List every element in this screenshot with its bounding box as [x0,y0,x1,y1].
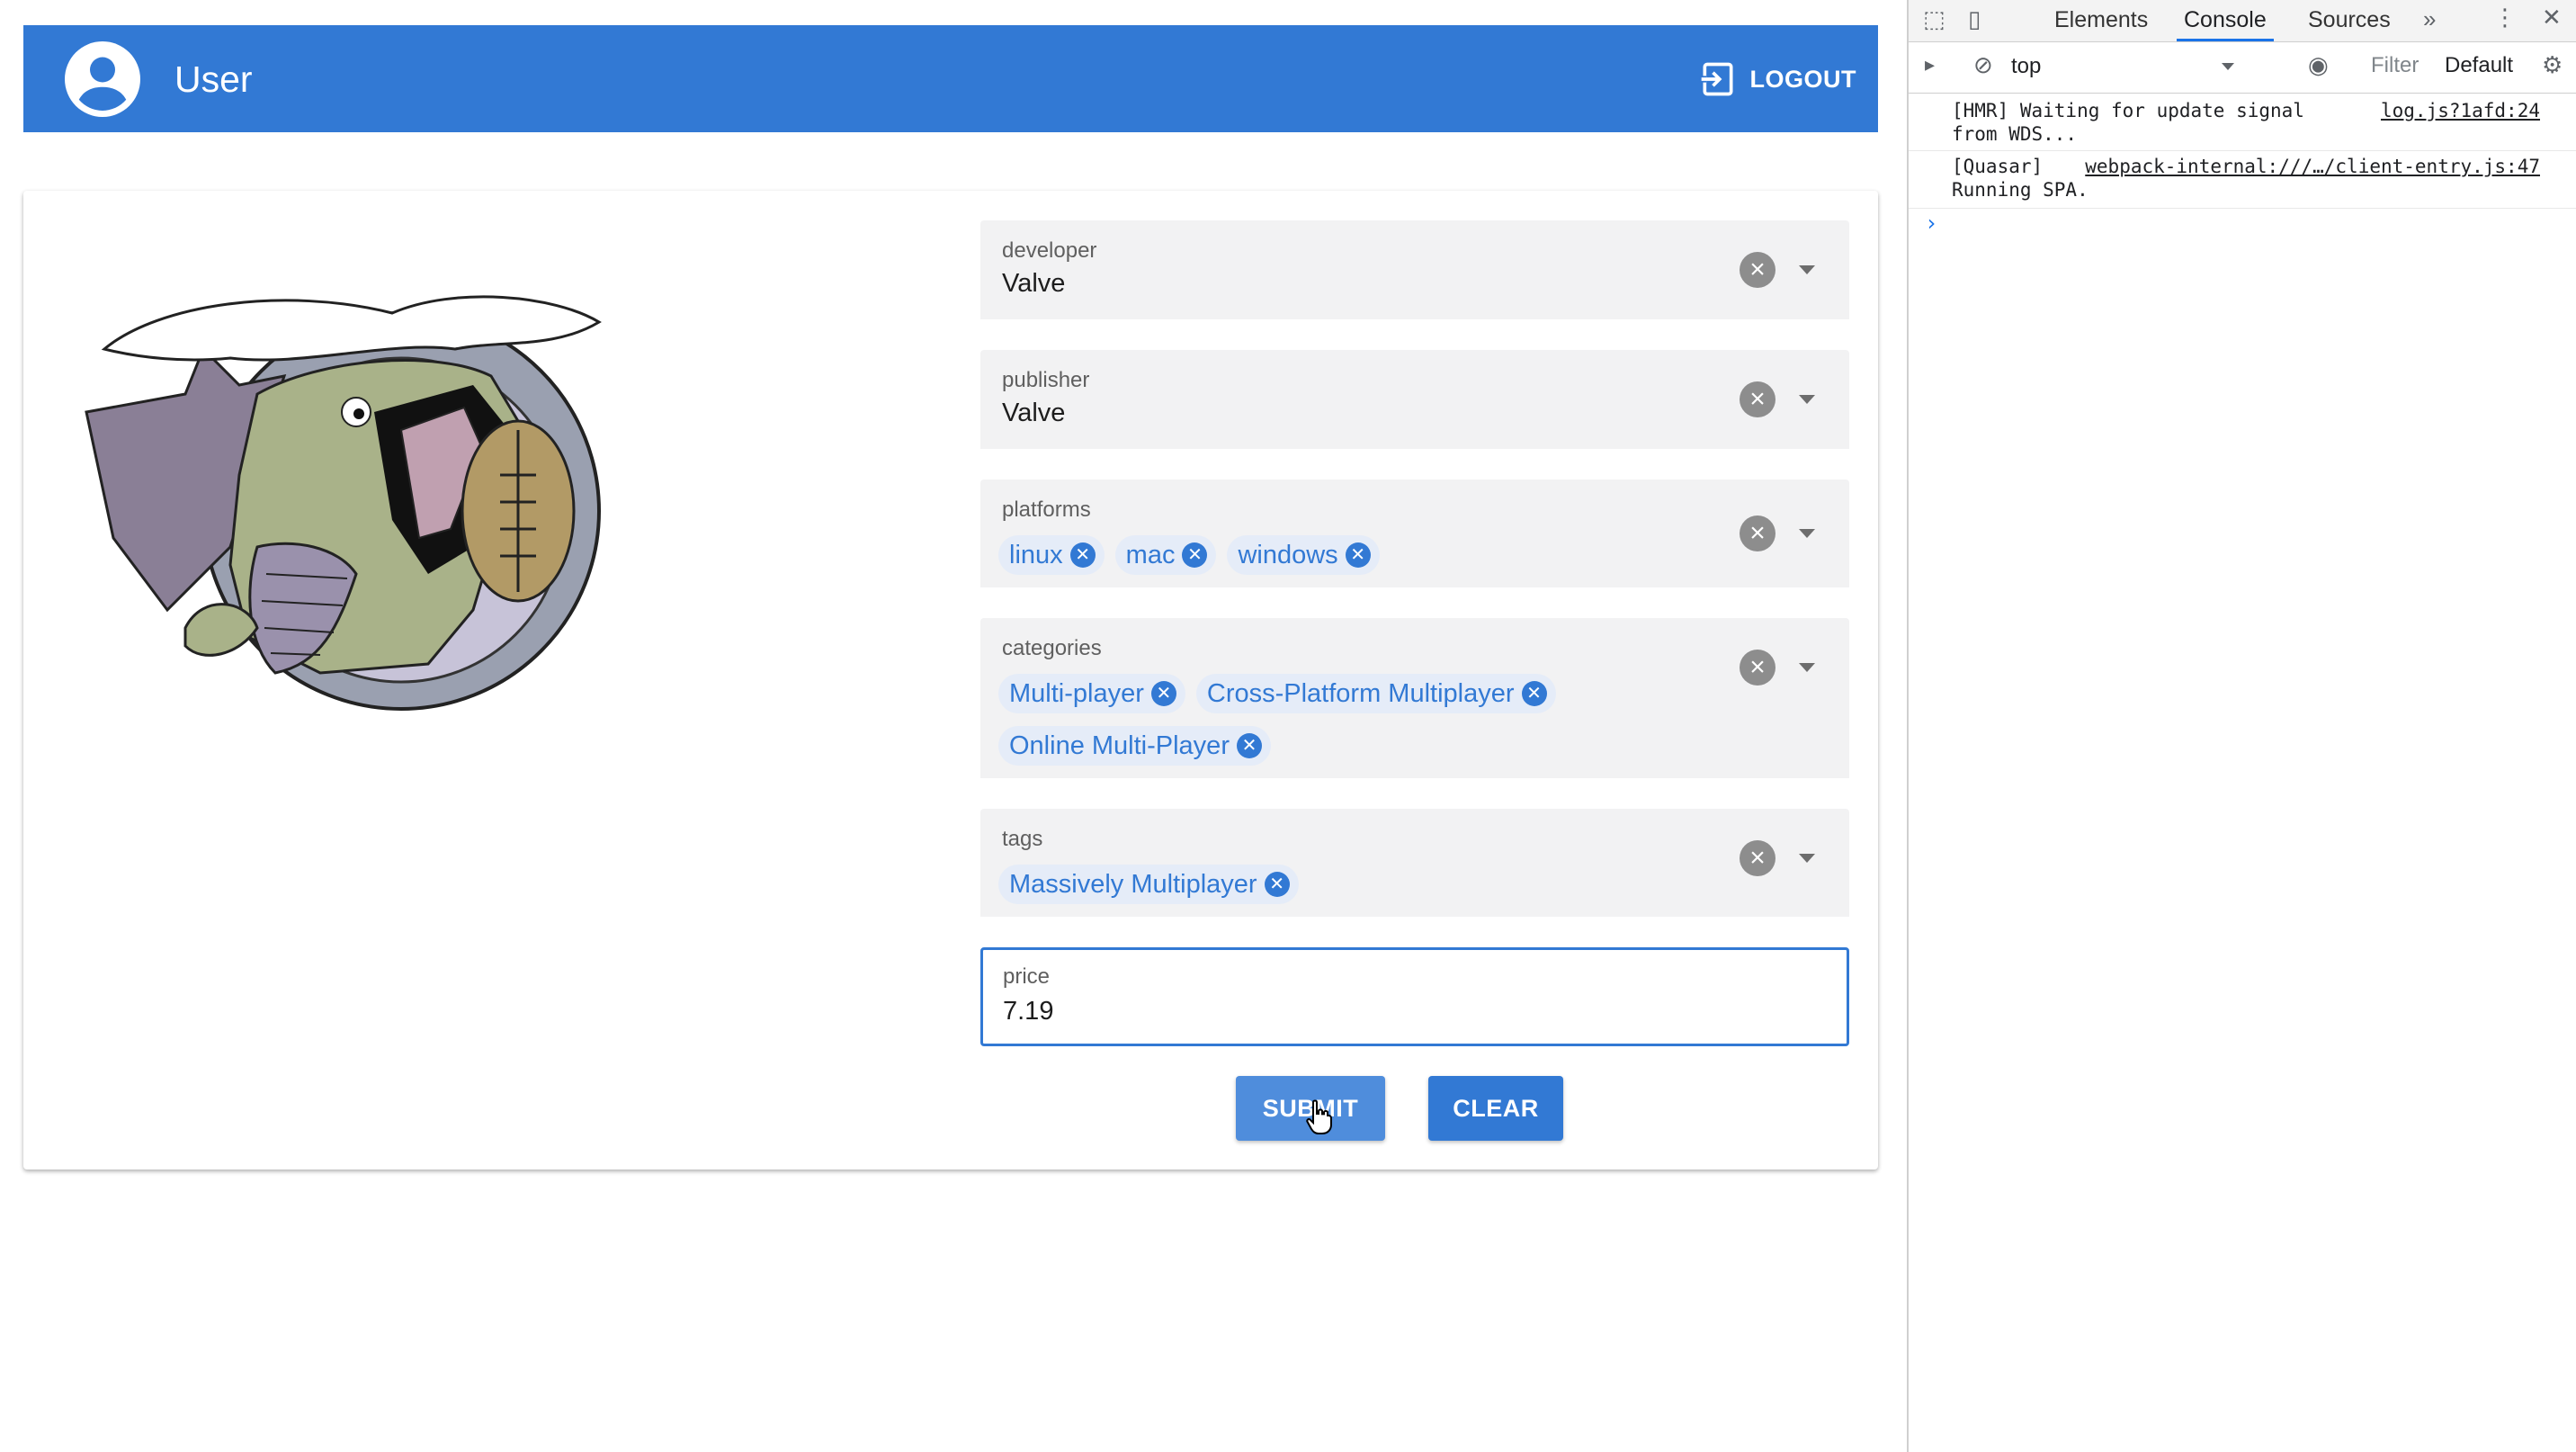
filter-input[interactable]: Filter [2371,53,2419,78]
developer-label: developer [1002,238,1097,263]
chip-label: Cross-Platform Multiplayer [1206,678,1515,708]
device-toolbar-icon[interactable]: ▯ [1968,5,1981,33]
remove-chip-icon[interactable]: ✕ [1069,542,1096,568]
clear-console-icon[interactable]: ⊘ [1973,51,1993,79]
categories-chip-list: Multi-player ✕ Cross-Platform Multiplayer ✕… [998,674,1705,778]
dragon-logo-image [85,295,602,711]
tags-select[interactable]: tags Massively Multiplayer ✕ × [980,809,1849,917]
clear-platforms-icon[interactable]: × [1740,515,1775,551]
log-levels-select[interactable]: Default [2445,53,2517,78]
developer-select[interactable]: developer Valve × [980,220,1849,319]
chevron-down-icon[interactable] [1799,265,1815,274]
devtools-tab-bar: ⬚ ▯ Elements Console Sources » ⋮ ✕ [1909,0,2576,42]
settings-gear-icon[interactable]: ⚙ [2542,51,2563,79]
logout-label: LOGOUT [1749,65,1856,93]
platforms-select[interactable]: platforms linux ✕ mac ✕ windows ✕ × [980,480,1849,587]
chevron-down-icon[interactable] [1799,529,1815,538]
remove-chip-icon[interactable]: ✕ [1264,872,1290,897]
category-chip: Online Multi-Player ✕ [998,726,1271,766]
publisher-select[interactable]: publisher Valve × [980,350,1849,449]
chevron-down-icon[interactable] [1799,663,1815,672]
clear-tags-icon[interactable]: × [1740,840,1775,876]
log-message: [Quasar] Running SPA. [1952,156,2089,201]
platform-chip: windows ✕ [1227,535,1380,575]
tab-console[interactable]: Console [2177,0,2274,41]
category-chip: Cross-Platform Multiplayer ✕ [1195,674,1556,713]
more-tabs-icon[interactable]: » [2423,5,2436,33]
remove-chip-icon[interactable]: ✕ [1182,542,1208,568]
account-circle-icon [65,41,140,117]
close-icon[interactable]: ✕ [2542,4,2562,31]
publisher-label: publisher [1002,368,1090,392]
clear-publisher-icon[interactable]: × [1740,381,1775,417]
live-expression-eye-icon[interactable]: ◉ [2308,51,2329,79]
category-chip: Multi-player ✕ [998,674,1185,713]
log-source-link[interactable]: log.js?1afd:24 [2381,99,2540,122]
categories-select[interactable]: categories Multi-player ✕ Cross-Platform M… [980,618,1849,778]
log-source-link[interactable]: webpack-internal:///…/client-entry.js:47 [2085,155,2540,178]
logout-button[interactable]: LOGOUT [1698,52,1857,106]
more-options-icon[interactable]: ⋮ [2493,4,2517,31]
clear-categories-icon[interactable]: × [1740,650,1775,686]
publisher-value: Valve [1002,399,1066,427]
categories-label: categories [1002,636,1102,660]
platforms-chip-list: linux ✕ mac ✕ windows ✕ [998,535,1705,587]
chip-label: Multi-player [1009,678,1144,708]
remove-chip-icon[interactable]: ✕ [1521,681,1547,706]
remove-chip-icon[interactable]: ✕ [1150,681,1176,706]
developer-value: Valve [1002,269,1066,298]
tab-elements[interactable]: Elements [2054,0,2148,41]
console-log-entry: [HMR] Waiting for update signal from WDS… [1909,94,2576,151]
tags-label: tags [1002,827,1043,851]
log-message: [HMR] Waiting for update signal from WDS… [1952,100,2304,145]
logout-icon [1699,62,1732,96]
clear-button[interactable]: CLEAR [1428,1076,1563,1141]
price-label: price [1003,964,1051,989]
price-input[interactable]: 7.19 [1003,997,1053,1026]
context-select[interactable]: top [2011,51,2241,82]
platforms-label: platforms [1002,497,1091,522]
sidebar-toggle-icon[interactable]: ▸ [1925,53,1935,76]
context-value: top [2011,54,2042,78]
tag-chip: Massively Multiplayer ✕ [998,865,1299,904]
chip-label: Massively Multiplayer [1009,869,1257,899]
console-log-entry: [Quasar] Running SPA. webpack-internal:/… [1909,151,2576,209]
console-prompt[interactable]: › [1925,211,1937,236]
price-field[interactable]: price 7.19 [980,947,1849,1046]
remove-chip-icon[interactable]: ✕ [1345,542,1371,568]
devtools-panel: ⬚ ▯ Elements Console Sources » ⋮ ✕ ▸ ⊘ t… [1907,0,2576,1452]
chevron-down-icon[interactable] [1799,854,1815,863]
app-pane: User LOGOUT developer Valve × publisher … [0,0,1907,1452]
app-header: User LOGOUT [23,25,1878,132]
chevron-down-icon[interactable] [1799,395,1815,404]
chip-label: windows [1238,540,1338,569]
console-toolbar: ▸ ⊘ top ◉ Filter Default ⚙ [1909,42,2576,94]
platform-chip: mac ✕ [1114,535,1217,575]
tab-sources[interactable]: Sources [2308,0,2391,41]
clear-developer-icon[interactable]: × [1740,252,1775,288]
page-title: User [174,58,253,100]
inspect-element-icon[interactable]: ⬚ [1923,5,1945,33]
chip-label: linux [1009,540,1063,569]
tags-chip-list: Massively Multiplayer ✕ [998,865,1705,917]
chevron-down-icon [2222,63,2234,70]
platform-chip: linux ✕ [998,535,1105,575]
hand-pointer-icon [1306,1099,1332,1134]
chip-label: mac [1125,540,1176,569]
remove-chip-icon[interactable]: ✕ [1236,733,1262,758]
chip-label: Online Multi-Player [1009,730,1230,760]
